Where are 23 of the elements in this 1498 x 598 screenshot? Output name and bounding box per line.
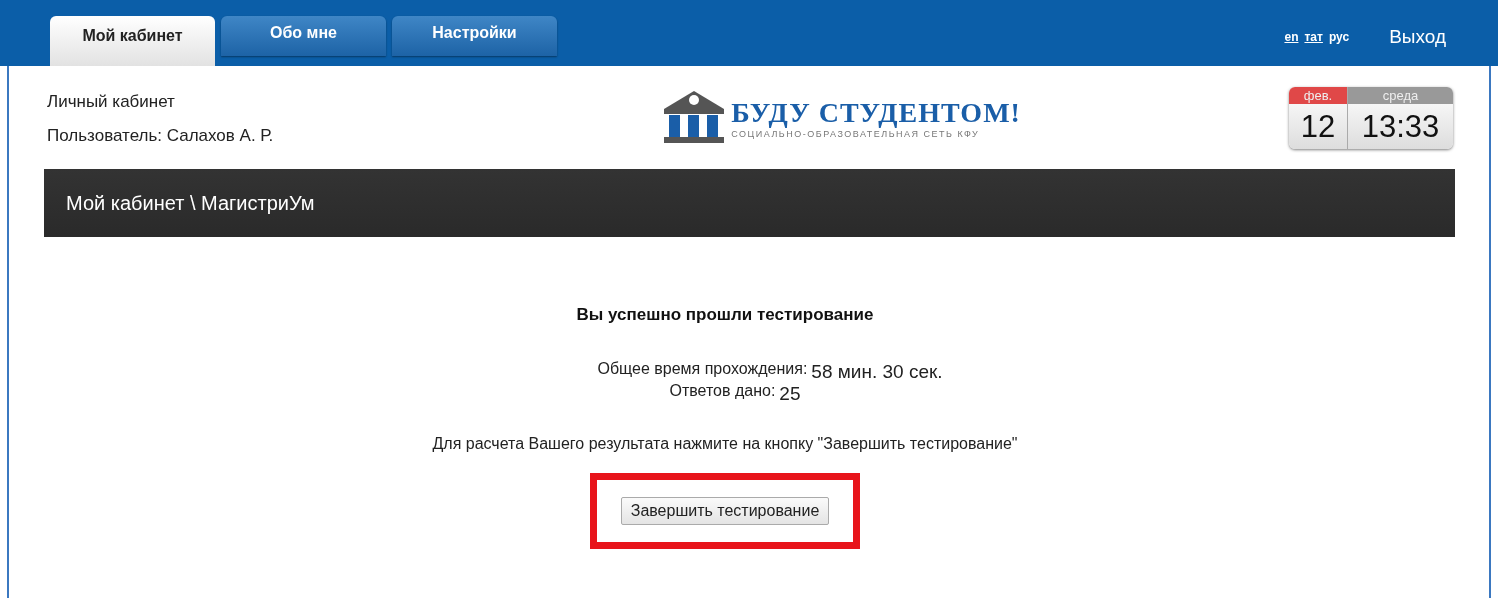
user-name: Пользователь: Салахов А. Р. [47, 125, 274, 146]
page-title: Личный кабинет [47, 91, 176, 112]
nav-tab[interactable]: Мой кабинет [50, 16, 215, 66]
language-link[interactable]: тат [1304, 30, 1323, 44]
logout-link[interactable]: Выход [1389, 26, 1446, 48]
language-link[interactable]: рус [1328, 30, 1350, 44]
clock-time: 13:33 [1360, 107, 1441, 146]
nav-tab[interactable]: Обо мне [221, 16, 386, 56]
stat-label: Общее время прохождения: [597, 360, 808, 378]
logo-title: БУДУ СТУДЕНТОМ! [731, 96, 1021, 129]
weekday-label: среда [1348, 86, 1453, 104]
month-label: фев. [1289, 86, 1347, 104]
day-number: 12 [1299, 107, 1337, 146]
stat-value: 25 [779, 383, 801, 405]
logo-tagline: СОЦИАЛЬНО-ОБРАЗОВАТЕЛЬНАЯ СЕТЬ КФУ [731, 128, 981, 139]
breadcrumb: Мой кабинет \ МагистриУм [66, 191, 315, 215]
nav-tab[interactable]: Настройки [392, 16, 557, 56]
stat-label: Ответов дано: [669, 382, 776, 400]
instruction-text: Для расчета Вашего результата нажмите на кнопку "Завершить тестирование" [432, 435, 1018, 453]
language-link[interactable]: en [1284, 30, 1299, 44]
stat-value: 58 мин. 30 сек. [811, 361, 943, 383]
result-heading: Вы успешно прошли тестирование [576, 305, 874, 325]
finish-test-button[interactable]: Завершить тестирование [620, 497, 830, 525]
